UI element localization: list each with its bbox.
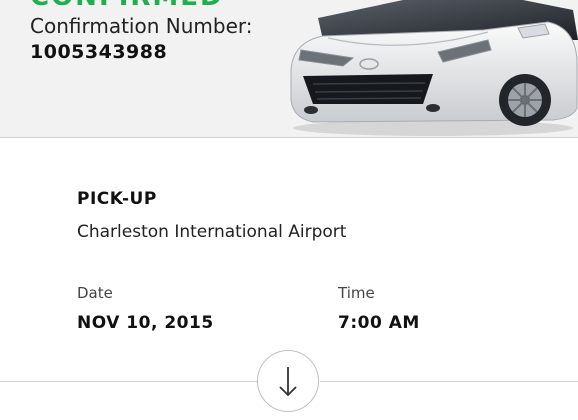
time-value: 7:00 AM <box>338 313 420 333</box>
date-value: NOV 10, 2015 <box>77 313 214 333</box>
confirmation-number: 1005343988 <box>30 41 168 63</box>
confirmation-status: CONFIRMED <box>30 0 224 12</box>
expand-details-button[interactable] <box>257 350 319 412</box>
date-label: Date <box>77 284 113 302</box>
pickup-heading: PICK-UP <box>77 189 157 209</box>
car-image <box>290 0 578 136</box>
confirmation-header: CONFIRMED Confirmation Number: 100534398… <box>0 0 578 138</box>
time-label: Time <box>338 284 375 302</box>
pickup-details: PICK-UP Charleston International Airport… <box>0 138 578 420</box>
pickup-location: Charleston International Airport <box>77 222 347 242</box>
divider <box>0 381 258 382</box>
confirmation-number-label: Confirmation Number: <box>30 14 253 38</box>
arrow-down-icon <box>279 367 297 397</box>
divider <box>320 381 578 382</box>
